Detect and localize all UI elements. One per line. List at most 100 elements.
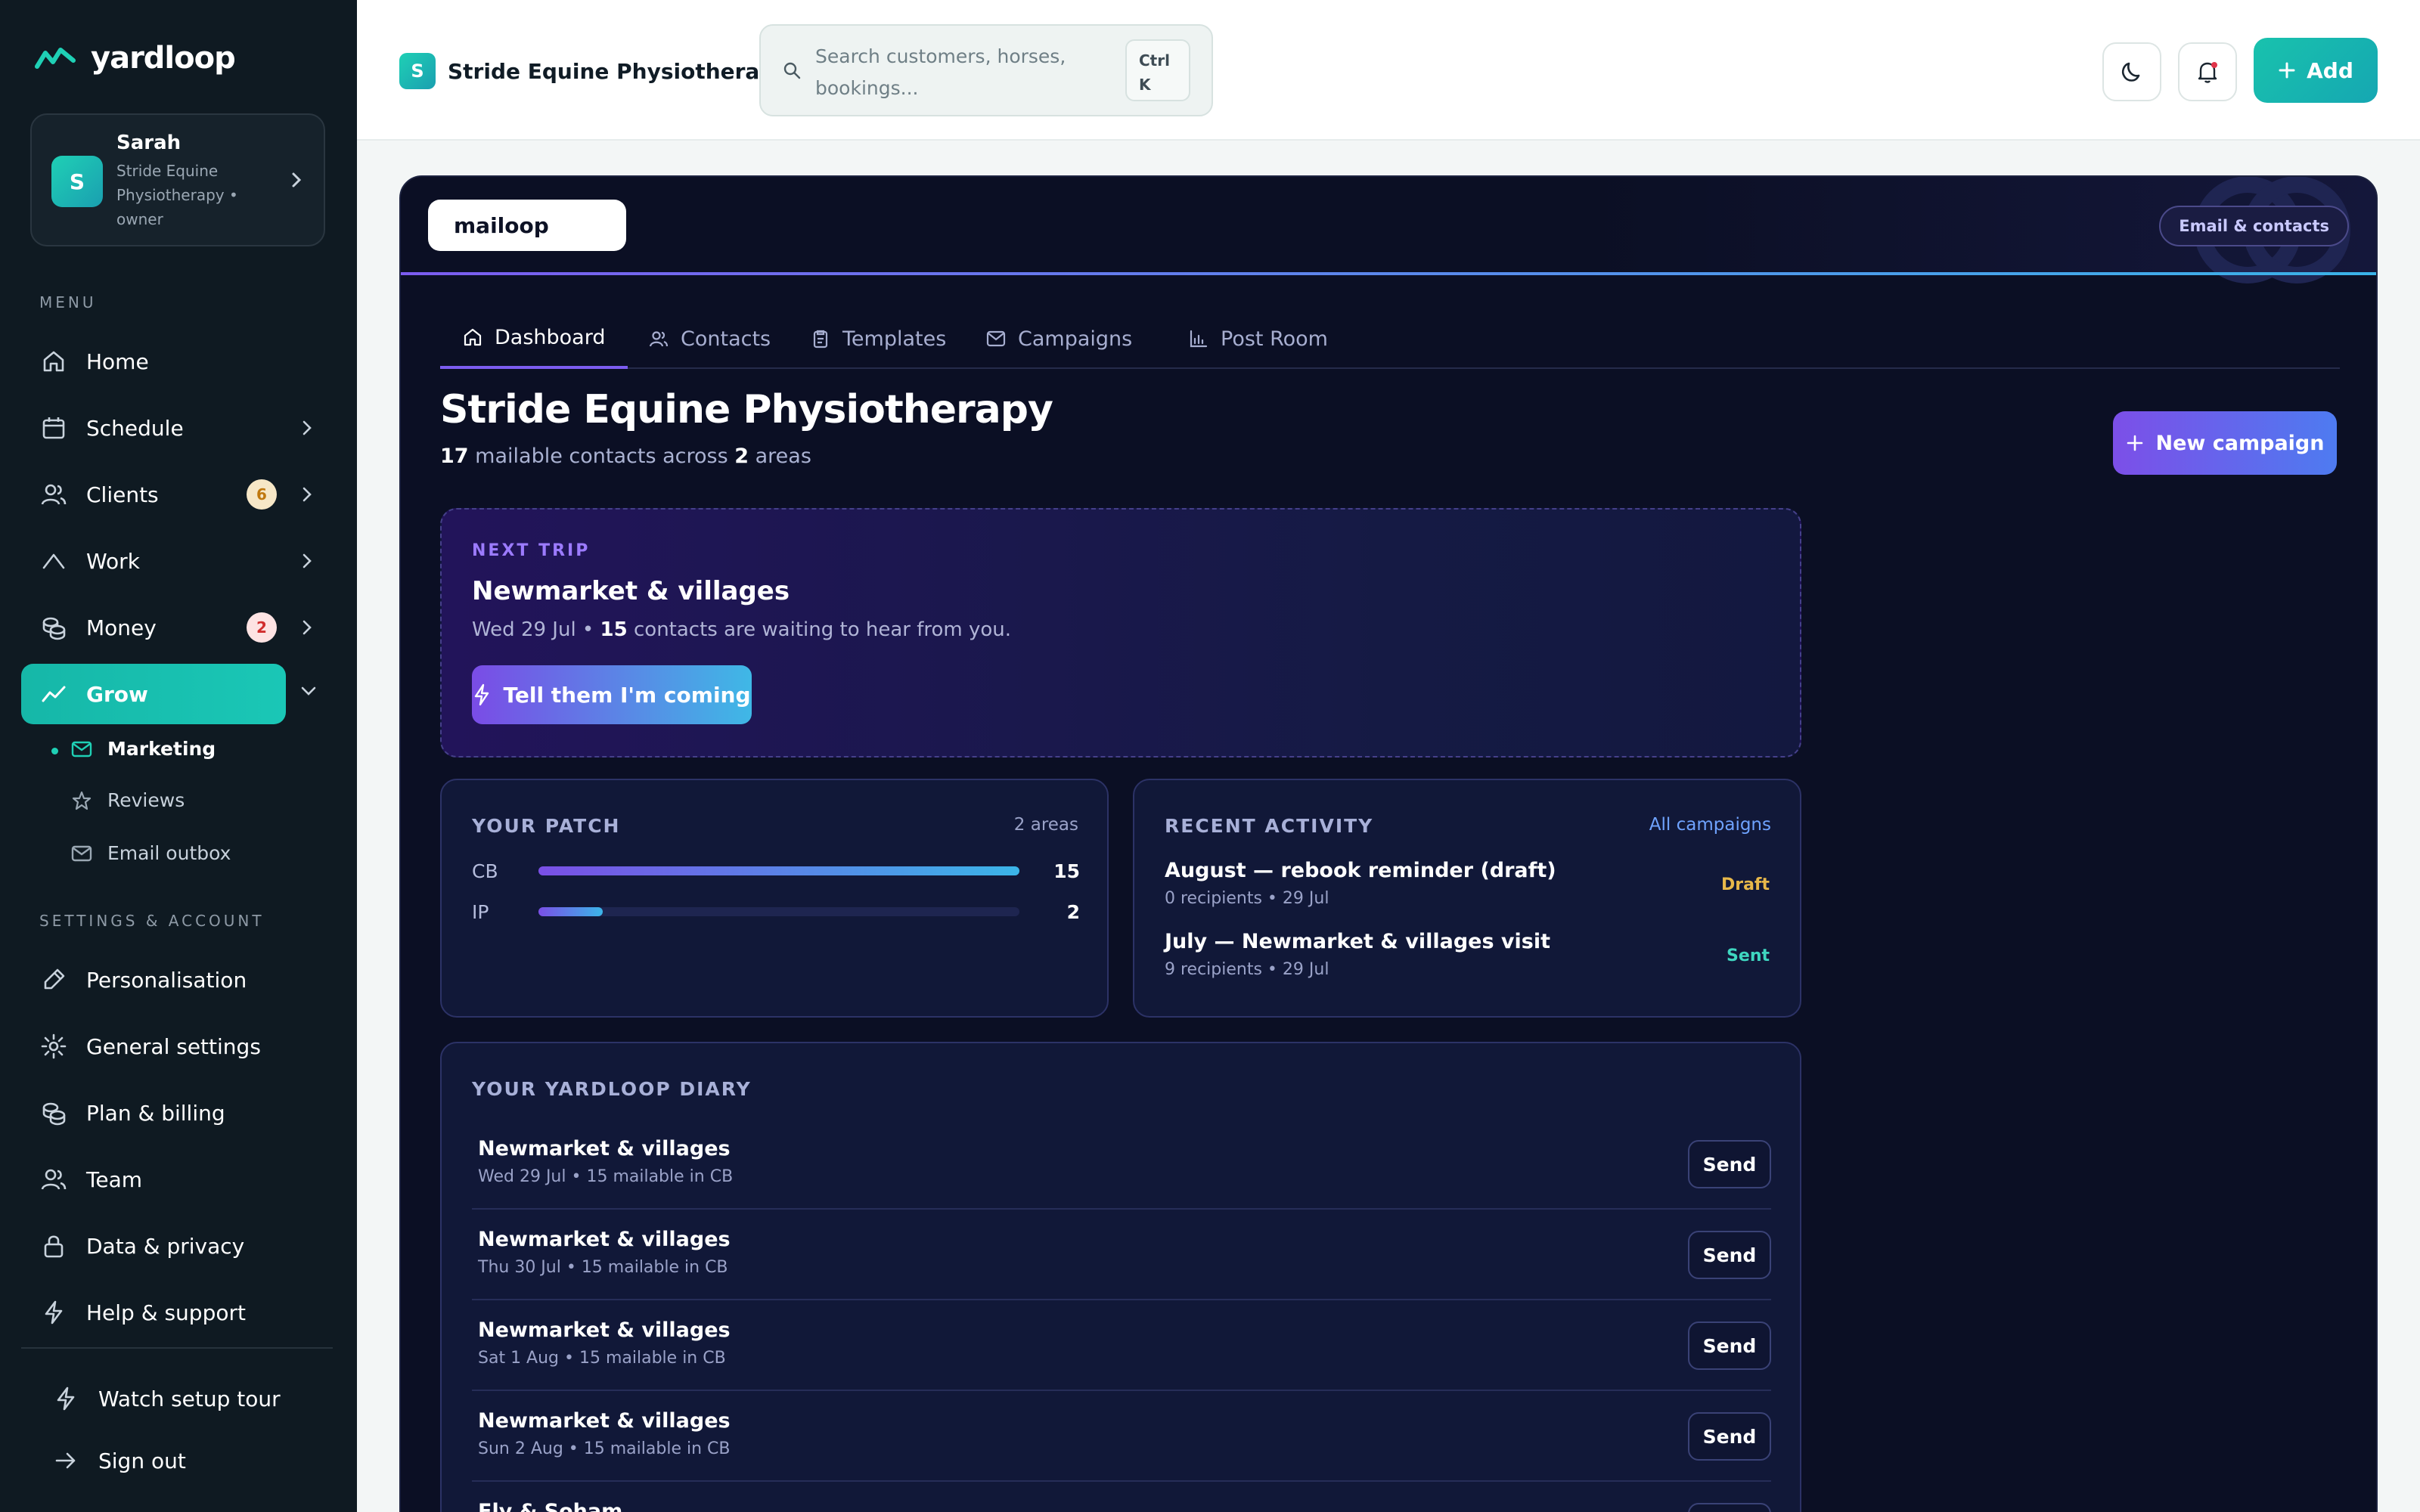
sidebar-item-label: Data & privacy [86, 1233, 245, 1259]
tab-post-room[interactable]: Post Room [1166, 308, 1351, 369]
avatar: S [51, 156, 103, 207]
add-button[interactable]: Add [2254, 38, 2378, 103]
tab-label: Contacts [681, 327, 771, 351]
users-icon [649, 331, 669, 347]
diary-row-subtitle: Sun 2 Aug • 15 mailable in CB [478, 1439, 731, 1458]
diary-row-title: Newmarket & villages [478, 1228, 731, 1251]
calendar-icon [42, 417, 65, 439]
recent-activity-card: RECENT ACTIVITY All campaigns August — r… [1133, 779, 1801, 1018]
sidebar-item-grow[interactable]: Grow [21, 664, 286, 724]
home-icon [464, 328, 482, 346]
tell-them-label: Tell them I'm coming [503, 682, 751, 708]
next-trip-kicker: NEXT TRIP [472, 541, 591, 560]
list-item: Newmarket & villages Sun 2 Aug • 15 mail… [472, 1391, 1771, 1482]
activity-item-title[interactable]: July — Newmarket & villages visit [1165, 930, 1550, 953]
send-button[interactable]: Send [1688, 1140, 1771, 1188]
users-icon [41, 1169, 67, 1190]
sidebar-item-money[interactable]: Money 2 [21, 597, 286, 658]
sidebar-subitem-reviews[interactable]: Reviews [71, 789, 185, 811]
tell-them-button[interactable]: Tell them I'm coming [472, 665, 752, 724]
next-trip-subtitle: Wed 29 Jul • 15 contacts are waiting to … [472, 618, 1011, 641]
next-trip-text: contacts are waiting to hear from you. [634, 618, 1012, 641]
business-switcher[interactable]: S Stride Equine Physiotherapy [399, 53, 789, 89]
shortcut-key-ctrl: Ctrl [1139, 51, 1170, 70]
user-subtitle: Stride Equine Physiotherapy • owner [116, 162, 238, 228]
sidebar-item-home[interactable]: Home [21, 331, 286, 392]
sidebar-item-team[interactable]: Team [21, 1149, 286, 1210]
sidebar-item-data-privacy[interactable]: Data & privacy [21, 1216, 286, 1276]
sign-out-button[interactable]: Sign out [33, 1430, 298, 1491]
sidebar-item-label: Work [86, 548, 140, 574]
mailoop-logo: mailoop [428, 200, 626, 251]
send-button[interactable]: Send [1688, 1231, 1771, 1279]
sidebar-item-plan-billing[interactable]: Plan & billing [21, 1083, 286, 1143]
sidebar-subitem-label: Marketing [107, 738, 216, 760]
bell-icon [2198, 62, 2217, 83]
settings-section-label: SETTINGS & ACCOUNT [39, 912, 265, 930]
all-campaigns-link[interactable]: All campaigns [1649, 815, 1771, 835]
tab-label: Campaigns [1018, 327, 1133, 351]
user-account-card[interactable]: S Sarah Stride Equine Physiotherapy • ow… [30, 113, 325, 246]
panel-header: mailoop Email & contacts [401, 177, 2376, 284]
mailoop-panel: mailoop Email & contacts Dashboard Conta… [399, 175, 2378, 1512]
sidebar-item-schedule[interactable]: Schedule [21, 398, 286, 458]
sidebar-subitem-marketing[interactable]: Marketing [71, 738, 216, 760]
page-subtitle: 17 mailable contacts across 2 areas [440, 445, 811, 468]
sidebar-item-clients[interactable]: Clients 6 [21, 464, 286, 525]
brand-logo[interactable]: yardloop [35, 41, 236, 76]
menu-section-label: MENU [39, 293, 97, 311]
topbar: S Stride Equine Physiotherapy Search cus… [357, 0, 2420, 141]
chevron-right-icon[interactable] [301, 485, 313, 503]
tab-label: Post Room [1221, 327, 1328, 351]
home-icon [43, 351, 64, 372]
yardloop-logo-icon [35, 48, 76, 69]
watch-setup-tour-button[interactable]: Watch setup tour [33, 1368, 298, 1429]
chevron-right-icon[interactable] [301, 419, 313, 437]
sidebar-subitem-email-outbox[interactable]: Email outbox [71, 842, 231, 864]
tab-dashboard[interactable]: Dashboard [440, 308, 628, 369]
patch-row: IP 2 [472, 897, 1080, 927]
sidebar-item-personalisation[interactable]: Personalisation [21, 950, 286, 1010]
send-button[interactable]: Send [1688, 1412, 1771, 1461]
growth-icon [42, 686, 66, 702]
next-trip-card: NEXT TRIP Newmarket & villages Wed 29 Ju… [440, 508, 1801, 758]
sidebar-item-work[interactable]: Work [21, 531, 286, 591]
activity-item-title[interactable]: August — rebook reminder (draft) [1165, 859, 1556, 882]
new-campaign-button[interactable]: New campaign [2113, 411, 2337, 475]
patch-bar-track [538, 907, 1019, 916]
tab-campaigns[interactable]: Campaigns [963, 308, 1155, 369]
sidebar-item-label: Help & support [86, 1300, 246, 1325]
sidebar-divider [21, 1347, 333, 1349]
plus-icon [2127, 435, 2142, 451]
brush-icon [44, 968, 65, 990]
tab-contacts[interactable]: Contacts [626, 308, 793, 369]
clipboard-icon [813, 330, 828, 349]
notifications-button[interactable] [2178, 42, 2237, 101]
tab-label: Dashboard [495, 325, 606, 349]
sidebar-item-label: Watch setup tour [98, 1386, 281, 1411]
chevron-down-icon[interactable] [299, 685, 318, 697]
business-logo: S [399, 53, 436, 89]
send-button[interactable]: Send [1688, 1503, 1771, 1512]
chevron-right-icon[interactable] [301, 618, 313, 637]
patch-row: CB 15 [472, 856, 1080, 886]
chevron-right-icon[interactable] [301, 552, 313, 570]
sidebar-item-general-settings[interactable]: General settings [21, 1016, 286, 1077]
users-icon [41, 484, 67, 505]
mail-icon [71, 741, 92, 757]
active-indicator-dot [51, 748, 58, 754]
patch-area-code: IP [472, 900, 489, 923]
bolt-icon [45, 1300, 63, 1325]
sidebar-item-label: General settings [86, 1033, 261, 1059]
tab-label: Templates [842, 327, 947, 351]
plus-icon [2279, 62, 2295, 79]
gear-icon [41, 1033, 67, 1059]
sidebar-item-help-support[interactable]: Help & support [21, 1282, 286, 1343]
patch-bar-fill [538, 907, 603, 916]
new-campaign-label: New campaign [2155, 431, 2325, 455]
send-button[interactable]: Send [1688, 1321, 1771, 1370]
tab-templates[interactable]: Templates [788, 308, 969, 369]
bolt-icon [57, 1387, 75, 1411]
search-input[interactable]: Search customers, horses, bookings... Ct… [759, 24, 1213, 116]
theme-toggle-button[interactable] [2102, 42, 2161, 101]
